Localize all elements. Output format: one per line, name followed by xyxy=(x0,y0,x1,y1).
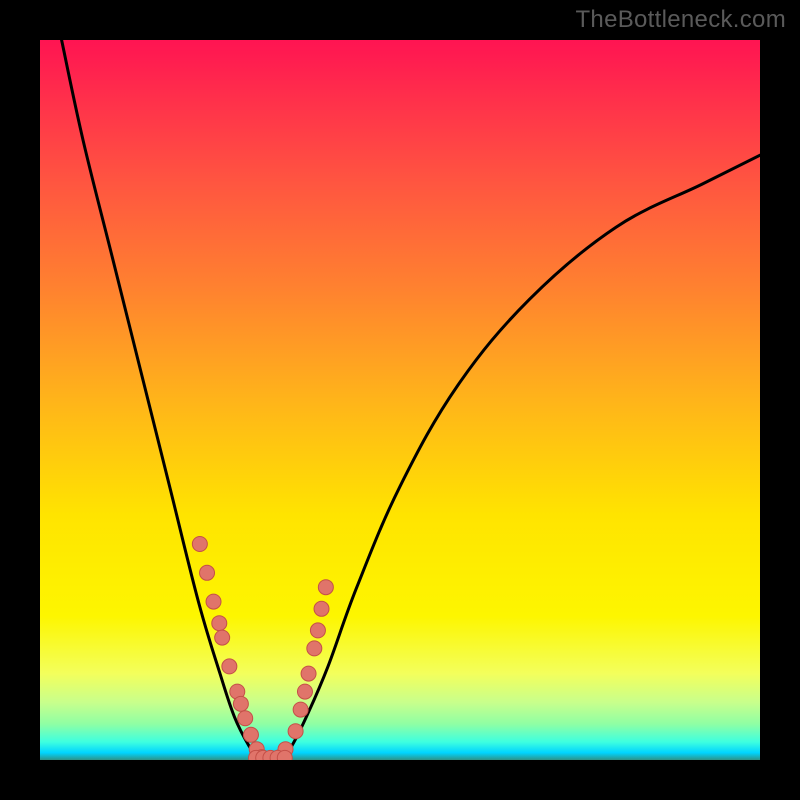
chart-frame: TheBottleneck.com xyxy=(0,0,800,800)
data-dot-left xyxy=(192,537,207,552)
data-dot-right xyxy=(301,666,316,681)
data-dot-left xyxy=(243,727,258,742)
data-dot-left xyxy=(238,711,253,726)
data-dot-left xyxy=(212,616,227,631)
data-dot-right xyxy=(310,623,325,638)
data-dot-left xyxy=(233,696,248,711)
curve-right-branch xyxy=(281,155,760,760)
plot-area xyxy=(40,40,760,760)
data-dot-right xyxy=(314,601,329,616)
curve-left-branch xyxy=(62,40,260,760)
data-dot-left xyxy=(222,659,237,674)
curve-layer xyxy=(62,40,760,760)
data-dot-right xyxy=(293,702,308,717)
data-dot-left xyxy=(215,630,230,645)
data-dot-left xyxy=(206,594,221,609)
data-dot-right xyxy=(288,724,303,739)
data-dot-left xyxy=(200,565,215,580)
chart-svg xyxy=(40,40,760,760)
watermark-text: TheBottleneck.com xyxy=(575,6,786,34)
data-dot-right xyxy=(297,684,312,699)
data-dot-right xyxy=(307,641,322,656)
data-dot-right xyxy=(318,580,333,595)
